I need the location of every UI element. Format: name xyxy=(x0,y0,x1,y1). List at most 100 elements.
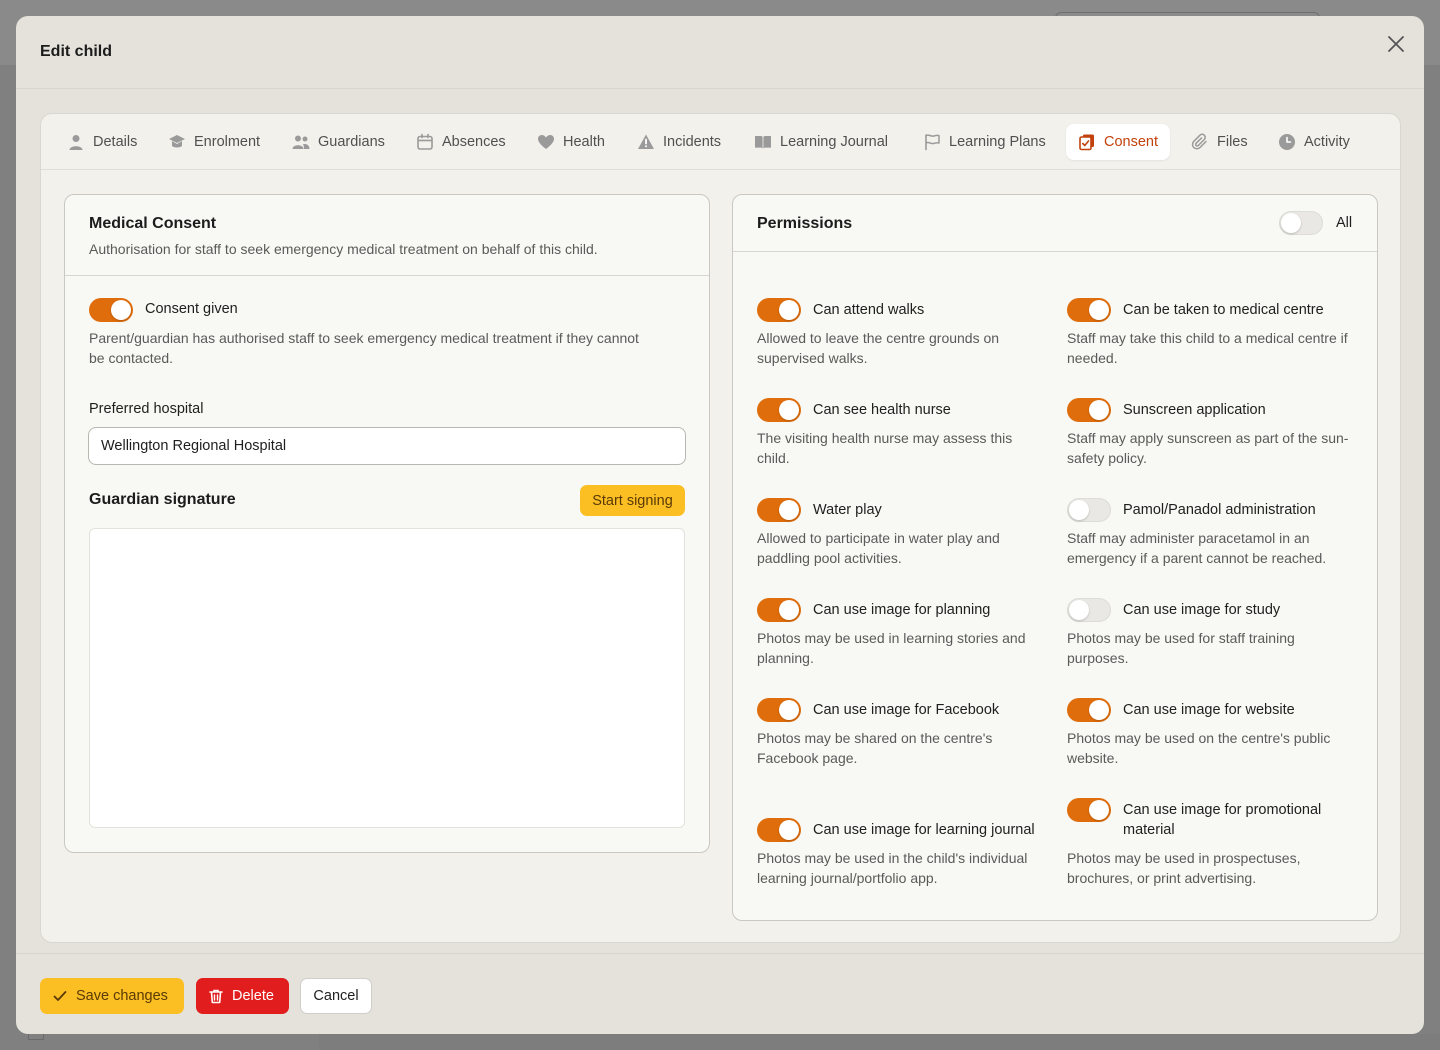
medical-consent-card: Medical Consent Authorisation for staff … xyxy=(64,194,710,853)
clipboard-check-icon xyxy=(1079,134,1094,151)
tab-bar: Details Enrolment Guardians Absences Hea… xyxy=(41,114,1400,170)
permission-description: Photos may be used on the centre's publi… xyxy=(1067,730,1331,766)
tab-learning-journal[interactable]: Learning Journal xyxy=(742,124,900,160)
permission-description: Photos may be used in learning stories a… xyxy=(757,630,1026,666)
permission-description: Photos may be used in prospectuses, broc… xyxy=(1067,850,1301,886)
permission-description: Staff may apply sunscreen as part of the… xyxy=(1067,430,1349,466)
graduation-cap-icon xyxy=(169,135,185,148)
calendar-icon xyxy=(417,133,433,150)
tab-label: Incidents xyxy=(663,134,722,150)
permission-toggle[interactable] xyxy=(1067,298,1111,322)
permission-toggle[interactable] xyxy=(757,598,801,622)
toggle-knob xyxy=(779,300,799,320)
footer-divider xyxy=(16,953,1424,954)
tab-label: Enrolment xyxy=(194,134,261,150)
tab-enrolment[interactable]: Enrolment xyxy=(156,124,272,160)
header-divider xyxy=(16,88,1424,89)
toggle-knob xyxy=(1089,300,1109,320)
permission-label: Can attend walks xyxy=(813,302,925,318)
toggle-knob xyxy=(779,820,799,840)
permission-label: Pamol/Panadol administration xyxy=(1123,502,1316,518)
card-divider xyxy=(65,275,709,276)
tab-health[interactable]: Health xyxy=(525,124,617,160)
card-divider xyxy=(733,251,1377,252)
permission-description: Allowed to leave the centre grounds on s… xyxy=(757,330,1000,366)
permission-toggle[interactable] xyxy=(757,698,801,722)
delete-button[interactable]: Delete xyxy=(196,978,289,1014)
permission-toggle[interactable] xyxy=(1067,798,1111,822)
tab-details[interactable]: Details xyxy=(55,124,149,160)
permissions-title: Permissions xyxy=(757,215,853,232)
permission-description: Staff may take this child to a medical c… xyxy=(1067,330,1348,366)
toggle-knob xyxy=(1089,700,1109,720)
user-icon xyxy=(69,135,83,150)
permission-description: Staff may administer paracetamol in an e… xyxy=(1067,530,1327,566)
permission-toggle[interactable] xyxy=(1067,498,1111,522)
permissions-card: Permissions All Can attend walks Allowed … xyxy=(732,194,1378,921)
permission-toggle[interactable] xyxy=(757,818,801,842)
consent-desc-line-2: be contacted. xyxy=(89,350,174,366)
close-button[interactable] xyxy=(1385,33,1407,55)
tab-learning-plans[interactable]: Learning Plans xyxy=(911,124,1058,160)
consent-given-label: Consent given xyxy=(145,301,238,317)
warning-triangle-icon xyxy=(638,134,654,149)
tab-consent[interactable]: Consent xyxy=(1066,124,1171,160)
preferred-hospital-input[interactable] xyxy=(88,427,686,465)
toggle-knob xyxy=(779,700,799,720)
permission-label: Can use image for learning journal xyxy=(813,822,1035,838)
permission-label: Can use image for promotional material xyxy=(1123,802,1322,838)
permission-label: Can be taken to medical centre xyxy=(1123,302,1324,318)
toggle-knob xyxy=(779,400,799,420)
toggle-knob xyxy=(1281,213,1301,233)
tab-label: Learning Plans xyxy=(949,134,1046,150)
toggle-knob xyxy=(111,300,131,320)
book-open-icon xyxy=(755,136,771,149)
tab-guardians[interactable]: Guardians xyxy=(280,124,397,160)
tab-absences[interactable]: Absences xyxy=(404,124,518,160)
permission-description: The visiting health nurse may assess thi… xyxy=(757,430,1013,466)
tab-activity[interactable]: Activity xyxy=(1266,124,1362,160)
delete-label: Delete xyxy=(232,988,274,1004)
permission-label: Can see health nurse xyxy=(813,402,951,418)
permission-toggle[interactable] xyxy=(1067,398,1111,422)
permission-label: Can use image for website xyxy=(1123,702,1295,718)
tab-label: Details xyxy=(93,134,138,150)
cancel-button[interactable]: Cancel xyxy=(300,978,372,1014)
save-changes-label: Save changes xyxy=(76,988,168,1004)
tab-label: Files xyxy=(1217,134,1248,150)
toggle-knob xyxy=(1069,600,1089,620)
guardian-signature-title: Guardian signature xyxy=(89,491,236,508)
permission-description: Allowed to participate in water play and… xyxy=(757,530,1000,566)
tab-label: Health xyxy=(563,134,605,150)
tab-label: Absences xyxy=(442,134,506,150)
permission-description: Photos may be used in the child's indivi… xyxy=(757,850,1028,886)
all-permissions-toggle[interactable] xyxy=(1279,211,1323,235)
permission-label: Water play xyxy=(813,502,882,518)
permission-toggle[interactable] xyxy=(757,298,801,322)
start-signing-button[interactable]: Start signing xyxy=(580,485,685,516)
permission-description: Photos may be shared on the centre's Fac… xyxy=(757,730,993,766)
clock-icon xyxy=(1279,134,1295,150)
consent-given-toggle[interactable] xyxy=(89,298,133,322)
permission-toggle[interactable] xyxy=(757,498,801,522)
permission-toggle[interactable] xyxy=(1067,598,1111,622)
trash-icon xyxy=(209,989,223,1004)
permission-toggle[interactable] xyxy=(1067,698,1111,722)
modal-title: Edit child xyxy=(40,43,112,60)
flag-icon xyxy=(925,134,940,151)
permission-description: Photos may be used for staff training pu… xyxy=(1067,630,1295,666)
preferred-hospital-label: Preferred hospital xyxy=(89,401,204,417)
signature-pad[interactable] xyxy=(89,528,685,828)
users-icon xyxy=(292,135,310,149)
tab-files[interactable]: Files xyxy=(1179,124,1260,160)
tab-label: Activity xyxy=(1304,134,1350,150)
permission-toggle[interactable] xyxy=(757,398,801,422)
consent-desc-line-1: Parent/guardian has authorised staff to … xyxy=(89,330,639,346)
tab-incidents[interactable]: Incidents xyxy=(625,124,733,160)
toggle-knob xyxy=(1089,400,1109,420)
permission-label: Can use image for Facebook xyxy=(813,702,1000,718)
permission-label: Can use image for planning xyxy=(813,602,991,618)
toggle-knob xyxy=(1069,500,1089,520)
save-changes-button[interactable]: Save changes xyxy=(40,978,184,1014)
toggle-knob xyxy=(1089,800,1109,820)
